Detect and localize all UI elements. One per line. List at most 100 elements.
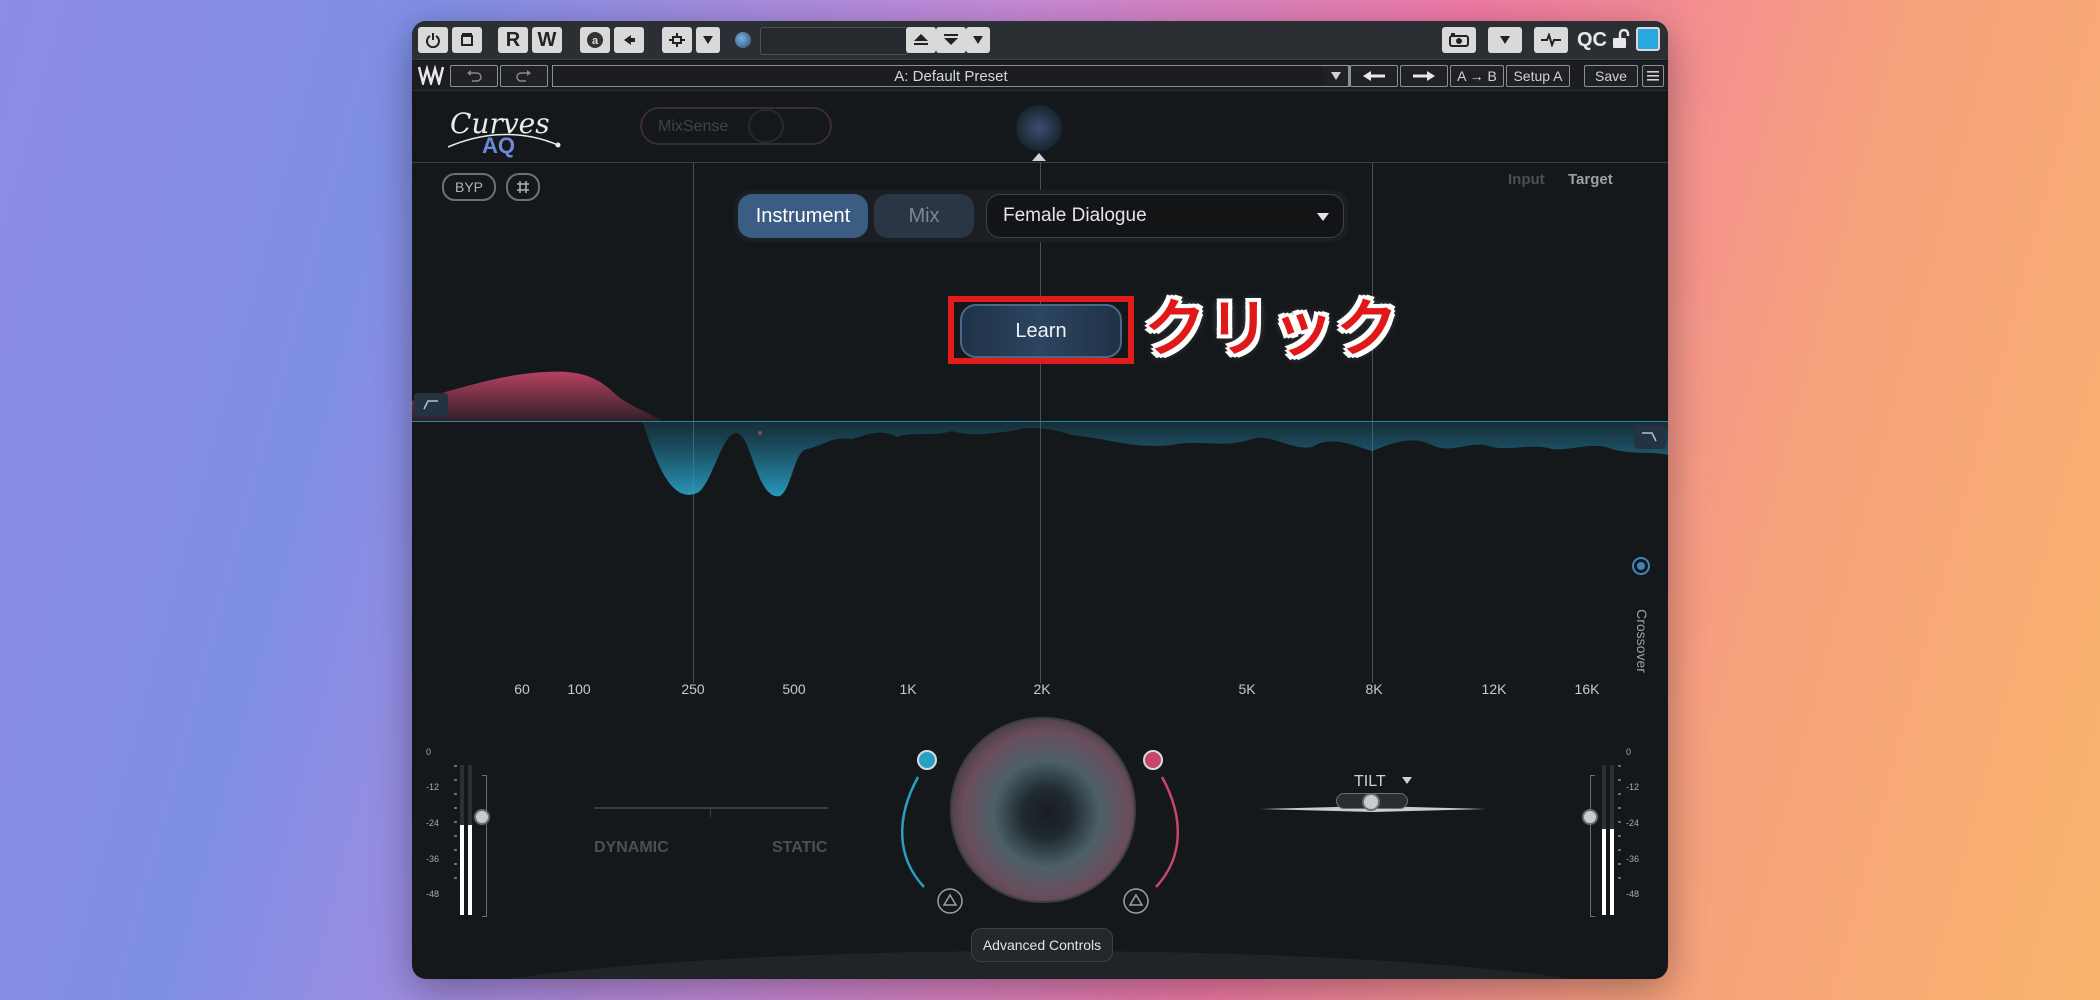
preset-menu-dropdown[interactable] — [1324, 65, 1349, 87]
freq-label-16k: 16K — [1574, 681, 1600, 697]
category-select[interactable]: Female Dialogue — [986, 194, 1344, 238]
power-button[interactable] — [418, 27, 448, 53]
next-preset-button[interactable] — [936, 27, 966, 53]
out-meter-left — [1602, 829, 1606, 915]
setup-label: Setup A — [1513, 68, 1563, 84]
meter-scale-48: -48 — [426, 889, 440, 899]
preset-name-field[interactable]: A: Default Preset — [552, 65, 1350, 87]
output-gain-track — [1590, 775, 1595, 917]
learn-label: Learn — [1015, 319, 1067, 342]
crossover-radio[interactable] — [1632, 557, 1650, 575]
a-to-b-button[interactable]: A → B — [1450, 65, 1504, 87]
out-meter-scale-48: -48 — [1626, 889, 1640, 899]
caret-up-icon[interactable] — [1032, 153, 1046, 161]
chevron-down-icon — [1500, 36, 1510, 44]
out-meter-scale-12: -12 — [1626, 782, 1640, 792]
instrument-mode-button[interactable]: Instrument — [738, 194, 868, 238]
input-gain-handle[interactable] — [474, 809, 490, 825]
quick-controls-button[interactable]: QC — [1574, 27, 1610, 53]
advanced-controls-button[interactable]: Advanced Controls — [971, 928, 1113, 962]
routing-dropdown[interactable] — [696, 27, 720, 53]
preset-bar: A: Default Preset A → B Setup A Save — [412, 61, 1668, 91]
tilt-label: TILT — [1354, 773, 1386, 790]
freq-label-250: 250 — [681, 681, 705, 697]
logo-swoosh-icon — [447, 133, 561, 148]
next-preset-arrow[interactable] — [1400, 65, 1448, 87]
previous-preset-arrow[interactable] — [1350, 65, 1398, 87]
mixsense-toggle[interactable]: MixSense — [640, 107, 832, 145]
input-toggle[interactable]: Input — [1508, 171, 1545, 188]
routing-icon — [669, 33, 685, 47]
color-swatch[interactable] — [1636, 27, 1660, 51]
high-depth-handle[interactable] — [1143, 750, 1163, 770]
knob-icon — [735, 32, 751, 48]
hamburger-menu-button[interactable] — [1642, 65, 1664, 87]
freq-label-12k: 12K — [1481, 681, 1507, 697]
target-toggle[interactable]: Target — [1568, 171, 1613, 188]
out-meter-scale-0: 0 — [1626, 747, 1632, 757]
freq-label-1k: 1K — [899, 681, 917, 697]
dynamic-label: DYNAMIC — [594, 839, 669, 856]
output-gain-handle[interactable] — [1582, 809, 1598, 825]
write-automation-button[interactable]: W — [532, 27, 562, 53]
high-solo-button[interactable] — [1122, 887, 1150, 920]
back-arrow-button[interactable] — [614, 27, 644, 53]
qc-label: QC — [1577, 28, 1607, 51]
routing-button[interactable] — [662, 27, 692, 53]
power-icon — [426, 33, 440, 48]
low-depth-handle[interactable] — [917, 750, 937, 770]
input-gain-track — [482, 775, 487, 917]
waves-logo-icon — [417, 64, 445, 90]
meter-bar-left — [460, 825, 464, 915]
category-value: Female Dialogue — [1003, 205, 1147, 226]
meter-bar-right — [468, 825, 472, 915]
crossover-label: Crossover — [1634, 609, 1650, 673]
intensity-orb[interactable] — [950, 717, 1136, 903]
save-button[interactable]: Save — [1584, 65, 1638, 87]
input-meter: 0 -12 -24 -36 -48 — [426, 741, 506, 921]
snapshot-dropdown[interactable] — [1488, 27, 1522, 53]
tilt-dropdown-icon[interactable] — [1402, 777, 1412, 785]
low-solo-button[interactable] — [936, 887, 964, 920]
arrow-down-icon — [944, 34, 958, 45]
read-automation-button[interactable]: R — [498, 27, 528, 53]
setup-a-button[interactable]: Setup A — [1506, 65, 1570, 87]
dynamic-static-slider[interactable] — [594, 799, 828, 829]
static-label: STATIC — [772, 839, 828, 856]
waveform-icon — [1541, 33, 1561, 47]
curves-aq-logo: Curves AQ — [446, 107, 566, 167]
previous-preset-button[interactable] — [906, 27, 936, 53]
snapshot-button[interactable] — [1442, 27, 1476, 53]
tilt-handle[interactable] — [1362, 793, 1380, 811]
advanced-controls-label: Advanced Controls — [982, 937, 1102, 953]
freq-label-60: 60 — [514, 681, 530, 697]
compare-button[interactable] — [452, 27, 482, 53]
arrow-left-icon — [1363, 71, 1385, 81]
out-meter-scale-36: -36 — [1626, 854, 1640, 864]
arrow-right-icon — [1413, 71, 1435, 81]
mixsense-knob — [748, 109, 784, 143]
auto-button[interactable]: a — [580, 27, 610, 53]
window-icon — [461, 33, 473, 46]
high-pass-icon — [423, 400, 438, 410]
meter-scale-12: -12 — [426, 782, 440, 792]
hamburger-icon — [1647, 71, 1659, 81]
grid-button[interactable] — [506, 173, 540, 201]
out-meter-right — [1610, 829, 1614, 915]
host-preset-field[interactable] — [760, 27, 908, 55]
mix-mode-button[interactable]: Mix — [874, 194, 974, 238]
bypass-button[interactable]: BYP — [442, 173, 496, 201]
low-cut-handle[interactable] — [414, 393, 448, 417]
host-preset-dropdown[interactable] — [966, 27, 990, 53]
unlock-icon[interactable] — [1612, 28, 1630, 54]
freq-label-2k: 2K — [1033, 681, 1051, 697]
preset-name-text: A: Default Preset — [894, 67, 1008, 85]
redo-button[interactable] — [500, 65, 548, 87]
high-cut-handle[interactable] — [1634, 425, 1666, 449]
bypass-label: BYP — [454, 179, 483, 195]
sidechain-button[interactable] — [1534, 27, 1568, 53]
undo-button[interactable] — [450, 65, 498, 87]
dynamic-static-track — [594, 807, 828, 809]
learn-button[interactable]: Learn — [960, 304, 1122, 358]
freq-label-5k: 5K — [1238, 681, 1256, 697]
